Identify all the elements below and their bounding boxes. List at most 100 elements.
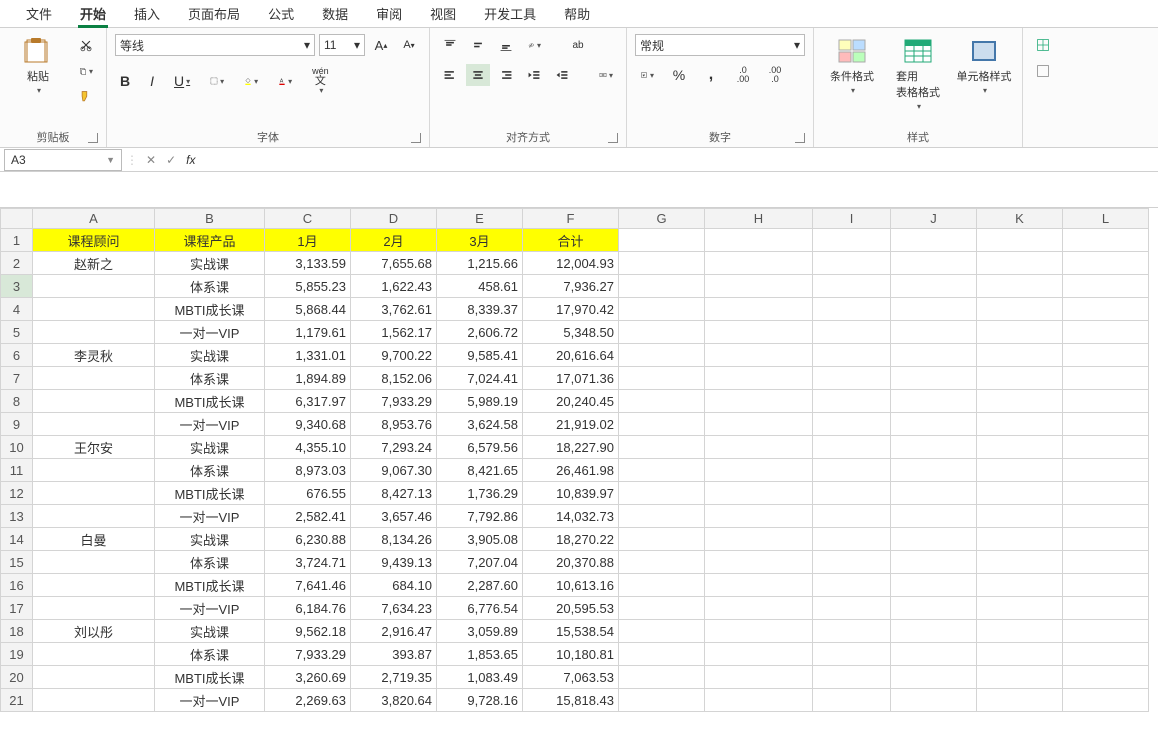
cell[interactable]	[619, 275, 705, 298]
cell[interactable]	[977, 436, 1063, 459]
row-header[interactable]: 5	[1, 321, 33, 344]
decrease-font-button[interactable]: A▾	[397, 34, 421, 56]
cell[interactable]	[1063, 275, 1149, 298]
cell[interactable]	[977, 528, 1063, 551]
cell[interactable]	[705, 482, 813, 505]
cell[interactable]	[977, 390, 1063, 413]
row-header[interactable]: 17	[1, 597, 33, 620]
cell[interactable]: 1,562.17	[351, 321, 437, 344]
cell[interactable]	[1063, 413, 1149, 436]
cell[interactable]	[977, 505, 1063, 528]
cell[interactable]	[813, 436, 891, 459]
cell[interactable]	[891, 505, 977, 528]
row-header[interactable]: 13	[1, 505, 33, 528]
underline-button[interactable]: U	[169, 70, 195, 92]
cell[interactable]: 实战课	[155, 344, 265, 367]
cell[interactable]	[705, 252, 813, 275]
cell[interactable]	[891, 459, 977, 482]
cell[interactable]	[813, 298, 891, 321]
cell[interactable]: 一对一VIP	[155, 321, 265, 344]
cell[interactable]	[33, 390, 155, 413]
cell[interactable]: 393.87	[351, 643, 437, 666]
align-center-button[interactable]	[466, 64, 490, 86]
column-header[interactable]: J	[891, 209, 977, 229]
cell[interactable]: 8,152.06	[351, 367, 437, 390]
cell[interactable]	[619, 689, 705, 712]
cell[interactable]: 12,004.93	[523, 252, 619, 275]
cell[interactable]: 1,736.29	[437, 482, 523, 505]
cell[interactable]: 18,227.90	[523, 436, 619, 459]
cell[interactable]	[977, 275, 1063, 298]
row-header[interactable]: 6	[1, 344, 33, 367]
cell[interactable]: 15,818.43	[523, 689, 619, 712]
cell[interactable]	[891, 275, 977, 298]
row-header[interactable]: 9	[1, 413, 33, 436]
cell[interactable]: 实战课	[155, 252, 265, 275]
cell[interactable]	[619, 551, 705, 574]
cell[interactable]	[977, 666, 1063, 689]
row-header[interactable]: 18	[1, 620, 33, 643]
cell[interactable]	[619, 321, 705, 344]
cell[interactable]	[705, 367, 813, 390]
tab-视图[interactable]: 视图	[416, 0, 470, 27]
column-header[interactable]: B	[155, 209, 265, 229]
cell[interactable]	[813, 666, 891, 689]
cell[interactable]: 26,461.98	[523, 459, 619, 482]
cell[interactable]	[619, 344, 705, 367]
cell[interactable]: 2,582.41	[265, 505, 351, 528]
align-left-button[interactable]	[438, 64, 462, 86]
cell[interactable]	[1063, 321, 1149, 344]
fill-color-button[interactable]	[239, 70, 263, 92]
row-header[interactable]: 1	[1, 229, 33, 252]
cell[interactable]	[813, 367, 891, 390]
column-header[interactable]: D	[351, 209, 437, 229]
cell[interactable]	[1063, 482, 1149, 505]
cell[interactable]	[705, 275, 813, 298]
cell[interactable]: 3月	[437, 229, 523, 252]
cell[interactable]: 白曼	[33, 528, 155, 551]
cell[interactable]	[977, 229, 1063, 252]
cell[interactable]	[705, 298, 813, 321]
row-header[interactable]: 20	[1, 666, 33, 689]
row-header[interactable]: 16	[1, 574, 33, 597]
comma-button[interactable]: ,	[699, 64, 723, 86]
tab-插入[interactable]: 插入	[120, 0, 174, 27]
name-box[interactable]: A3▼	[4, 149, 122, 171]
cell[interactable]	[705, 666, 813, 689]
cell[interactable]: 17,071.36	[523, 367, 619, 390]
cell[interactable]: 20,240.45	[523, 390, 619, 413]
cell[interactable]	[619, 298, 705, 321]
cell[interactable]: 20,370.88	[523, 551, 619, 574]
number-format-select[interactable]: 常规▾	[635, 34, 805, 56]
cell[interactable]: 9,700.22	[351, 344, 437, 367]
cell[interactable]: 7,936.27	[523, 275, 619, 298]
cell[interactable]	[977, 298, 1063, 321]
cell[interactable]: 21,919.02	[523, 413, 619, 436]
cell[interactable]	[705, 528, 813, 551]
cell[interactable]	[891, 367, 977, 390]
cell[interactable]	[619, 643, 705, 666]
cell[interactable]: 实战课	[155, 620, 265, 643]
border-button[interactable]	[205, 70, 229, 92]
cell[interactable]: MBTI成长课	[155, 666, 265, 689]
cell[interactable]: 2,916.47	[351, 620, 437, 643]
cell[interactable]: 15,538.54	[523, 620, 619, 643]
cell[interactable]: 8,427.13	[351, 482, 437, 505]
italic-button[interactable]: I	[145, 70, 159, 92]
cell[interactable]: 8,339.37	[437, 298, 523, 321]
orientation-button[interactable]: ab	[522, 34, 546, 56]
bold-button[interactable]: B	[115, 70, 135, 92]
cell[interactable]	[1063, 344, 1149, 367]
cell[interactable]: 8,973.03	[265, 459, 351, 482]
cancel-icon[interactable]: ✕	[146, 153, 156, 167]
cell[interactable]	[891, 620, 977, 643]
cell[interactable]: MBTI成长课	[155, 482, 265, 505]
cell[interactable]	[891, 298, 977, 321]
cell[interactable]	[977, 597, 1063, 620]
cell[interactable]	[891, 482, 977, 505]
column-header[interactable]: I	[813, 209, 891, 229]
cell[interactable]: 课程顾问	[33, 229, 155, 252]
cell[interactable]	[619, 528, 705, 551]
cell[interactable]: 6,230.88	[265, 528, 351, 551]
cell[interactable]: 3,762.61	[351, 298, 437, 321]
